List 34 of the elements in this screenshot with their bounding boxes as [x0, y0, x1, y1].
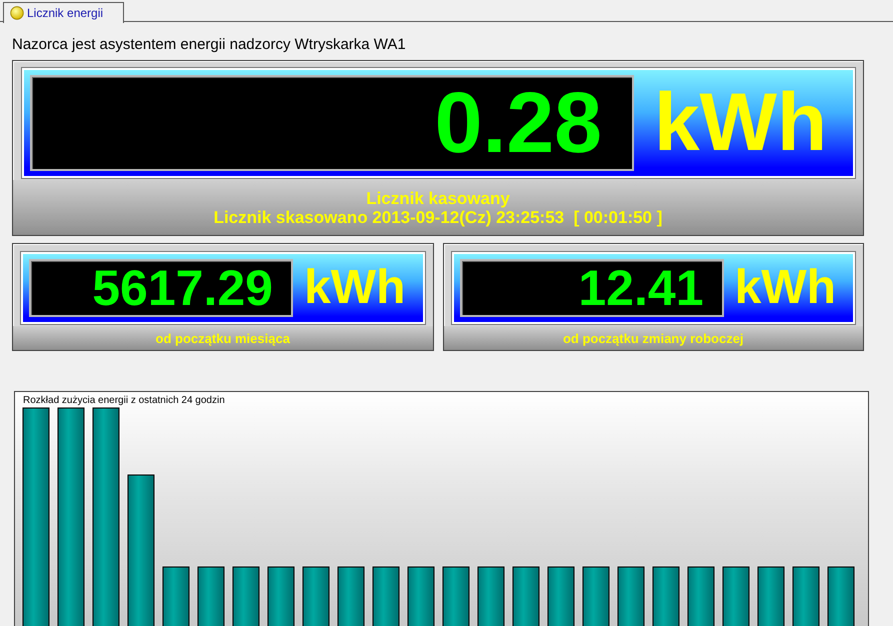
reading-display: 0.28	[30, 75, 634, 171]
unit-label: kWh	[303, 264, 406, 312]
reset-info: Licznik skasowano 2013-09-12(Cz) 23:25:53 [ 00:01:50 ]	[214, 208, 662, 226]
tab[interactable]: Licznik energii	[3, 2, 124, 23]
bar	[618, 566, 644, 626]
bar	[548, 566, 574, 626]
unit-label: kWh	[734, 264, 837, 312]
bar	[828, 566, 854, 626]
circle-icon	[10, 6, 24, 20]
bar	[408, 566, 434, 626]
reading-display: 12.41	[460, 259, 724, 317]
bar	[198, 566, 224, 626]
bar	[268, 566, 294, 626]
bar	[338, 566, 364, 626]
bar	[792, 566, 820, 626]
bar	[758, 566, 784, 626]
meter-caption: od początku zmiany roboczej	[562, 330, 744, 346]
bar	[512, 566, 540, 626]
bar	[232, 566, 260, 626]
heading: Nazorca jest asystentem energii nadzorcy Wtryskarka WA1	[12, 36, 407, 55]
bar	[302, 566, 330, 626]
bar	[442, 566, 470, 626]
meter-caption: Licznik kasowany	[366, 188, 510, 208]
bar	[582, 566, 610, 626]
bar	[722, 566, 750, 626]
meter-caption: od początku miesiąca	[156, 330, 290, 346]
bar	[688, 566, 714, 626]
bar	[372, 566, 400, 626]
bar	[652, 566, 680, 626]
bar	[162, 566, 190, 626]
reading-display: 5617.29	[29, 259, 293, 317]
chart-title: Rozkład zużycia energii z ostatnich 24 godzin	[23, 395, 225, 406]
bar	[478, 566, 504, 626]
unit-label: kWh	[652, 82, 828, 164]
